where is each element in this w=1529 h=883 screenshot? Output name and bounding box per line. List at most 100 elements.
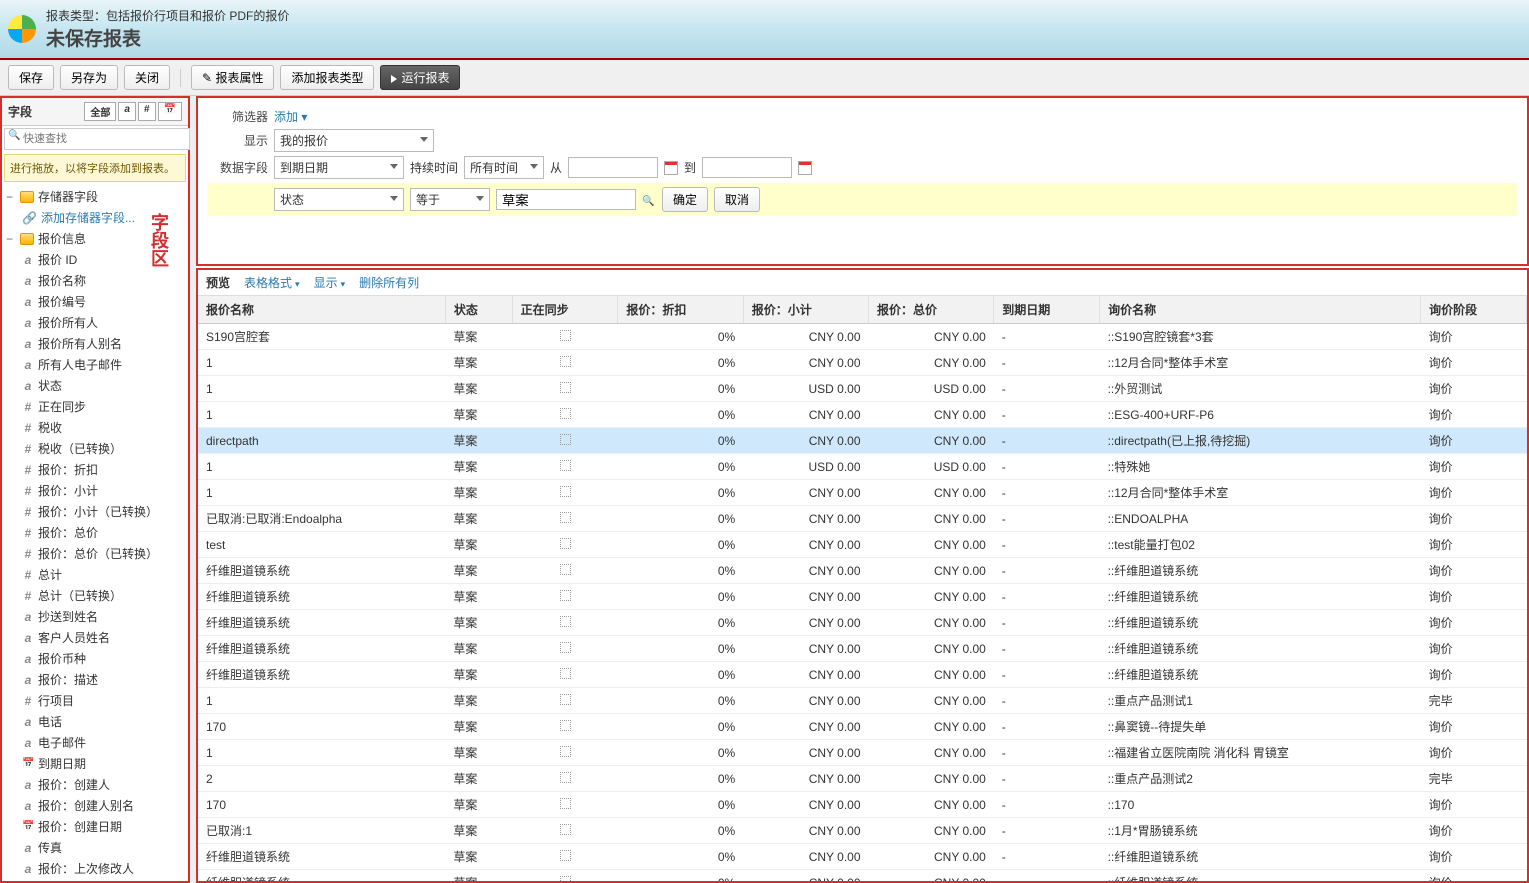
table-row[interactable]: 纤维胆道镜系统草案0%CNY 0.00CNY 0.00-::纤维胆道镜系统询价 — [198, 662, 1527, 688]
sync-checkbox[interactable] — [560, 564, 571, 575]
table-row[interactable]: 已取消:1草案0%CNY 0.00CNY 0.00-::1月*胃肠镜系统询价 — [198, 818, 1527, 844]
field-tree-item[interactable]: a传真 — [2, 837, 188, 858]
expand-icon[interactable]: − — [6, 232, 16, 246]
sync-checkbox[interactable] — [560, 642, 571, 653]
sync-checkbox[interactable] — [560, 694, 571, 705]
column-header[interactable]: 正在同步 — [512, 296, 618, 324]
table-row[interactable]: 纤维胆道镜系统草案0%CNY 0.00CNY 0.00-::纤维胆道镜系统询价 — [198, 558, 1527, 584]
table-row[interactable]: S190宫腔套草案0%CNY 0.00CNY 0.00-::S190宫腔镜套*3… — [198, 324, 1527, 350]
column-header[interactable]: 报价：小计 — [743, 296, 868, 324]
field-tree-item[interactable]: #总计（已转换） — [2, 585, 188, 606]
field-tree-item[interactable]: #报价：小计 — [2, 480, 188, 501]
sync-checkbox[interactable] — [560, 876, 571, 882]
filter-field-select[interactable]: 状态 — [274, 188, 404, 211]
field-tree-item[interactable]: a抄送到姓名 — [2, 606, 188, 627]
table-row[interactable]: 1草案0%USD 0.00USD 0.00-::特殊她询价 — [198, 454, 1527, 480]
sync-checkbox[interactable] — [560, 434, 571, 445]
show-link[interactable]: 显示 — [314, 274, 346, 291]
column-header[interactable]: 状态 — [445, 296, 512, 324]
field-tree-item[interactable]: #税收 — [2, 417, 188, 438]
table-row[interactable]: 纤维胆道镜系统草案0%CNY 0.00CNY 0.00-::纤维胆道镜系统询价 — [198, 844, 1527, 870]
field-tree-item[interactable]: a状态 — [2, 375, 188, 396]
field-tree-item[interactable]: a报价币种 — [2, 648, 188, 669]
table-row[interactable]: 1草案0%CNY 0.00CNY 0.00-::福建省立医院南院 消化科 胃镜室… — [198, 740, 1527, 766]
column-header[interactable]: 报价：折扣 — [618, 296, 743, 324]
sync-checkbox[interactable] — [560, 668, 571, 679]
filter-all-button[interactable]: 全部 — [84, 102, 116, 121]
sync-checkbox[interactable] — [560, 382, 571, 393]
calendar-icon[interactable] — [664, 161, 678, 175]
add-report-type-button[interactable]: 添加报表类型 — [280, 65, 374, 90]
column-header[interactable]: 询价阶段 — [1421, 296, 1527, 324]
filter-date-button[interactable]: 📅 — [158, 102, 182, 121]
field-tree-item[interactable]: a报价名称 — [2, 270, 188, 291]
table-row[interactable]: 已取消:已取消:Endoalpha草案0%CNY 0.00CNY 0.00-::… — [198, 506, 1527, 532]
table-row[interactable]: 170草案0%CNY 0.00CNY 0.00-::鼻窦镜--待提失单询价 — [198, 714, 1527, 740]
fields-search-input[interactable] — [4, 128, 190, 150]
calendar-icon[interactable] — [798, 161, 812, 175]
field-tree-item[interactable]: a报价：描述 — [2, 669, 188, 690]
fields-tree[interactable]: −存储器字段🔗添加存储器字段...−报价信息a报价 IDa报价名称a报价编号a报… — [2, 184, 188, 881]
table-row[interactable]: 2草案0%CNY 0.00CNY 0.00-::重点产品测试2完毕 — [198, 766, 1527, 792]
field-tree-item[interactable]: a电话 — [2, 711, 188, 732]
show-select[interactable]: 我的报价 — [274, 129, 434, 152]
sync-checkbox[interactable] — [560, 746, 571, 757]
table-row[interactable]: 1草案0%CNY 0.00CNY 0.00-::ESG-400+URF-P6询价 — [198, 402, 1527, 428]
save-button[interactable]: 保存 — [8, 65, 54, 90]
table-row[interactable]: 纤维胆道镜系统草案0%CNY 0.00CNY 0.00-::纤维胆道镜系统询价 — [198, 870, 1527, 882]
field-tree-item[interactable]: 📅报价：创建日期 — [2, 816, 188, 837]
field-tree-item[interactable]: 🔗添加存储器字段... — [2, 207, 188, 228]
field-tree-item[interactable]: #报价：小计（已转换） — [2, 501, 188, 522]
field-tree-item[interactable]: a报价：创建人别名 — [2, 795, 188, 816]
date-field-select[interactable]: 到期日期 — [274, 156, 404, 179]
sync-checkbox[interactable] — [560, 512, 571, 523]
table-row[interactable]: test草案0%CNY 0.00CNY 0.00-::test能量打包02询价 — [198, 532, 1527, 558]
field-tree-item[interactable]: #正在同步 — [2, 396, 188, 417]
field-tree-item[interactable]: #总计 — [2, 564, 188, 585]
field-tree-item[interactable]: a报价编号 — [2, 291, 188, 312]
table-row[interactable]: 纤维胆道镜系统草案0%CNY 0.00CNY 0.00-::纤维胆道镜系统询价 — [198, 584, 1527, 610]
filter-number-button[interactable]: # — [138, 102, 156, 121]
field-tree-item[interactable]: a报价所有人别名 — [2, 333, 188, 354]
run-report-button[interactable]: 运行报表 — [380, 65, 460, 90]
remove-all-columns-link[interactable]: 删除所有列 — [359, 274, 419, 291]
column-header[interactable]: 询价名称 — [1100, 296, 1421, 324]
column-header[interactable]: 报价：总价 — [869, 296, 994, 324]
duration-select[interactable]: 所有时间 — [464, 156, 544, 179]
report-properties-button[interactable]: ✎ 报表属性 — [191, 65, 274, 90]
table-row[interactable]: 1草案0%CNY 0.00CNY 0.00-::12月合同*整体手术室询价 — [198, 350, 1527, 376]
field-tree-item[interactable]: #报价：折扣 — [2, 459, 188, 480]
sync-checkbox[interactable] — [560, 330, 571, 341]
sync-checkbox[interactable] — [560, 486, 571, 497]
sync-checkbox[interactable] — [560, 356, 571, 367]
column-header[interactable]: 报价名称 — [198, 296, 445, 324]
expand-icon[interactable]: − — [6, 190, 16, 204]
sync-checkbox[interactable] — [560, 824, 571, 835]
field-tree-item[interactable]: #税收（已转换） — [2, 438, 188, 459]
table-row[interactable]: 1草案0%CNY 0.00CNY 0.00-::12月合同*整体手术室询价 — [198, 480, 1527, 506]
field-tree-item[interactable]: a报价 ID — [2, 249, 188, 270]
field-tree-item[interactable]: a所有人电子邮件 — [2, 354, 188, 375]
sync-checkbox[interactable] — [560, 798, 571, 809]
sync-checkbox[interactable] — [560, 720, 571, 731]
table-row[interactable]: 1草案0%CNY 0.00CNY 0.00-::重点产品测试1完毕 — [198, 688, 1527, 714]
table-format-link[interactable]: 表格格式 — [244, 274, 300, 291]
filter-op-select[interactable]: 等于 — [410, 188, 490, 211]
filter-ok-button[interactable]: 确定 — [662, 187, 708, 212]
field-tree-item[interactable]: #报价：总价（已转换） — [2, 543, 188, 564]
field-tree-item[interactable]: a报价：上次修改人别名 — [2, 879, 188, 881]
preview-grid[interactable]: 报价名称状态正在同步报价：折扣报价：小计报价：总价到期日期询价名称询价阶段 S1… — [198, 296, 1527, 881]
table-row[interactable]: directpath草案0%CNY 0.00CNY 0.00-::directp… — [198, 428, 1527, 454]
sync-checkbox[interactable] — [560, 590, 571, 601]
table-row[interactable]: 1草案0%USD 0.00USD 0.00-::外贸测试询价 — [198, 376, 1527, 402]
filter-text-button[interactable]: a — [118, 102, 136, 121]
sync-checkbox[interactable] — [560, 772, 571, 783]
field-tree-item[interactable]: a客户人员姓名 — [2, 627, 188, 648]
field-tree-item[interactable]: #报价：总价 — [2, 522, 188, 543]
from-date-input[interactable] — [568, 157, 658, 178]
sync-checkbox[interactable] — [560, 616, 571, 627]
field-tree-item[interactable]: a报价：上次修改人 — [2, 858, 188, 879]
table-row[interactable]: 纤维胆道镜系统草案0%CNY 0.00CNY 0.00-::纤维胆道镜系统询价 — [198, 636, 1527, 662]
field-tree-item[interactable]: −报价信息 — [2, 228, 188, 249]
add-filter-link[interactable]: 添加 ▾ — [274, 108, 307, 125]
